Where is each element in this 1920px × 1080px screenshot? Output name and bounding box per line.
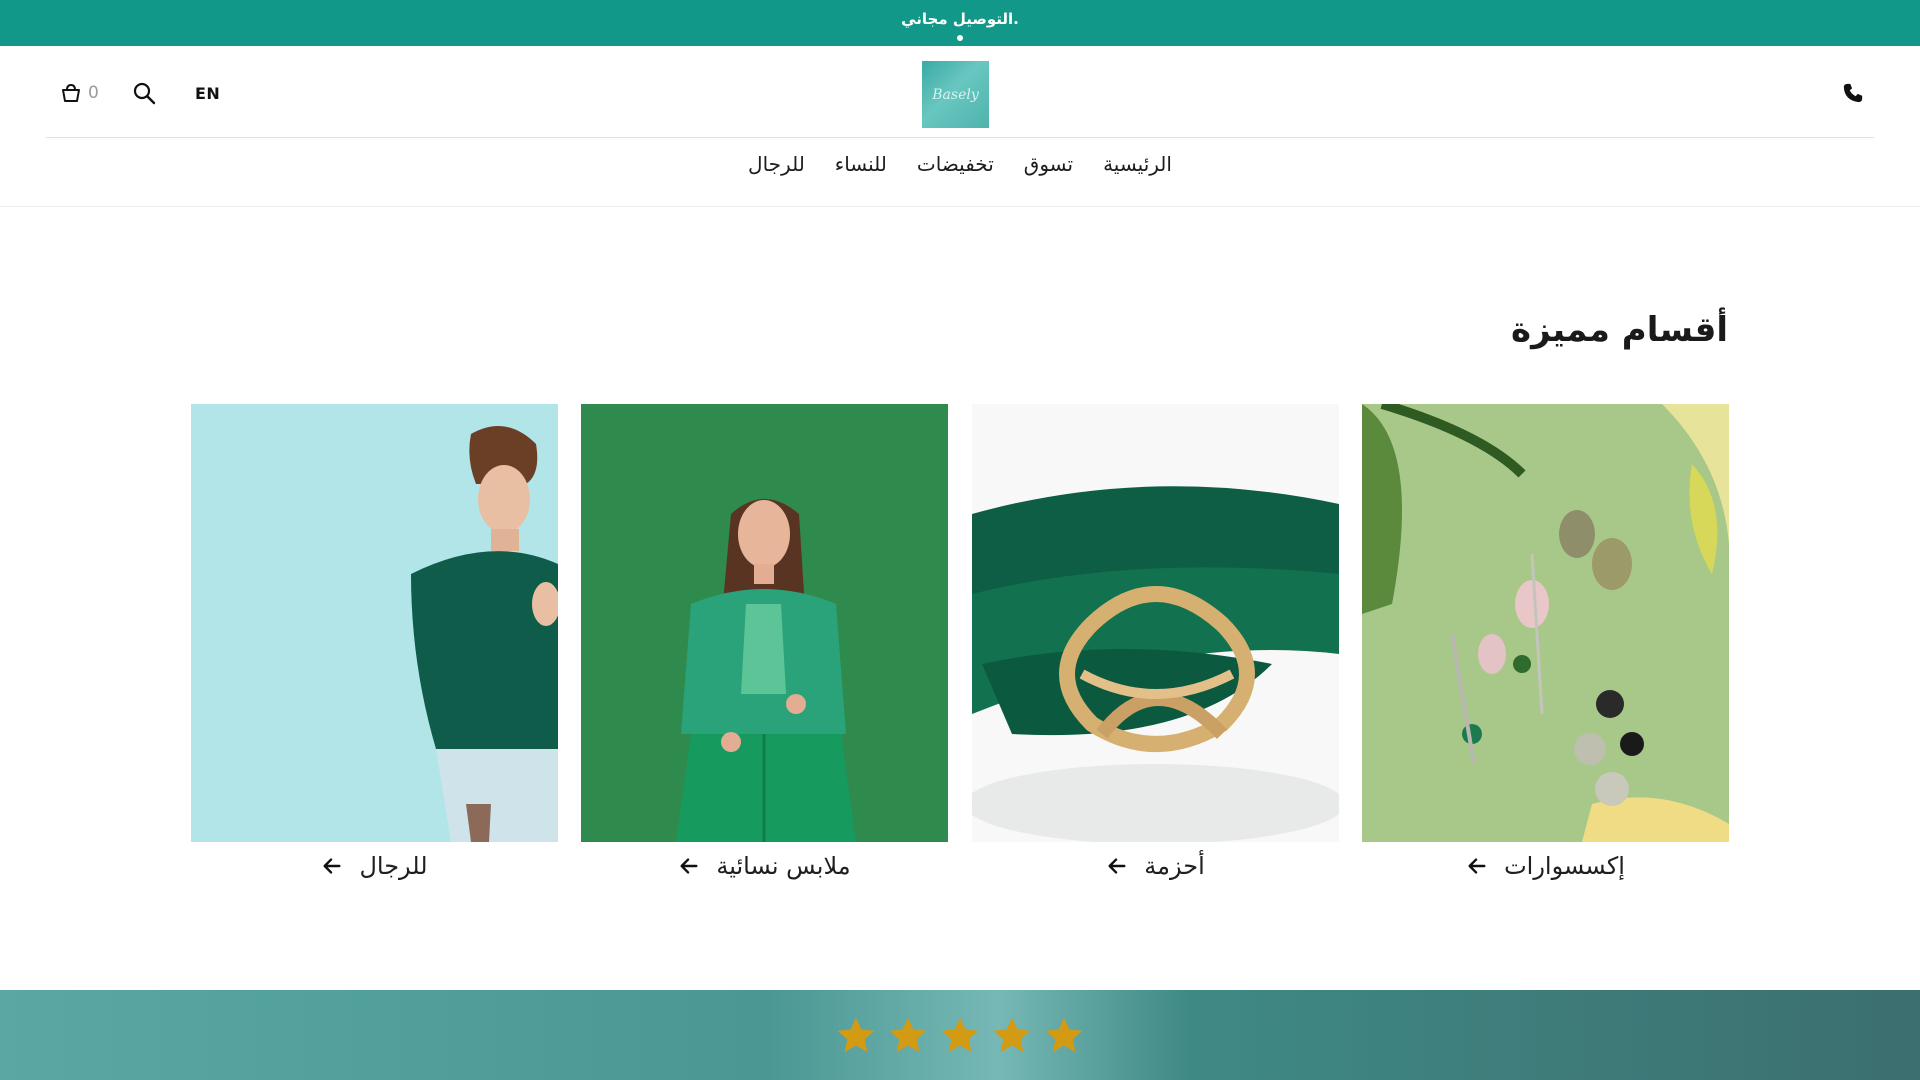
nav-item-women[interactable]: للنساء xyxy=(835,152,887,188)
announcement-bar: .التوصيل مجاني xyxy=(0,0,1920,46)
accessories-image[interactable] xyxy=(1362,404,1729,842)
category-name: أحزمة xyxy=(1144,852,1205,880)
category-grid: إكسسوارات أحزمة ملابس نسائية للرجال xyxy=(191,404,1729,884)
men-image[interactable] xyxy=(191,404,558,842)
star-icon xyxy=(889,1017,927,1053)
star-icon xyxy=(837,1017,875,1053)
category-label[interactable]: ملابس نسائية xyxy=(581,852,948,880)
belts-image[interactable] xyxy=(972,404,1339,842)
category-card-men[interactable]: للرجال xyxy=(191,404,558,880)
category-label[interactable]: أحزمة xyxy=(972,852,1339,880)
header-divider xyxy=(46,137,1874,138)
category-card-accessories[interactable]: إكسسوارات xyxy=(1362,404,1729,880)
rating-stars xyxy=(0,1015,1920,1057)
category-name: ملابس نسائية xyxy=(716,852,851,880)
announcement-text: .التوصيل مجاني xyxy=(901,10,1019,28)
main-nav: الرئيسية تسوق تخفيضات للنساء للرجال xyxy=(0,152,1920,188)
nav-item-shop[interactable]: تسوق xyxy=(1024,152,1073,188)
cart-icon xyxy=(62,83,80,102)
star-icon xyxy=(993,1017,1031,1053)
section-title: أقسام مميزة xyxy=(1511,310,1728,350)
category-name: إكسسوارات xyxy=(1504,852,1625,880)
category-label[interactable]: إكسسوارات xyxy=(1362,852,1729,880)
search-icon[interactable] xyxy=(132,81,156,105)
star-icon xyxy=(941,1017,979,1053)
phone-icon[interactable] xyxy=(1842,82,1864,104)
star-icon xyxy=(1045,1017,1083,1053)
logo-text: Basely xyxy=(932,86,979,103)
category-label[interactable]: للرجال xyxy=(191,852,558,880)
language-switch[interactable]: EN xyxy=(195,84,220,103)
nav-divider xyxy=(0,206,1920,207)
nav-item-home[interactable]: الرئيسية xyxy=(1103,152,1172,188)
cart-button[interactable]: 0 xyxy=(60,82,106,104)
arrow-left-icon xyxy=(1468,858,1486,874)
header: 0 EN Basely xyxy=(0,46,1920,138)
cart-count: 0 xyxy=(88,83,99,103)
category-card-women[interactable]: ملابس نسائية xyxy=(581,404,948,880)
slider-dot[interactable] xyxy=(957,35,963,41)
nav-item-sale[interactable]: تخفيضات xyxy=(917,152,994,188)
category-name: للرجال xyxy=(359,852,428,880)
arrow-left-icon xyxy=(680,858,698,874)
category-card-belts[interactable]: أحزمة xyxy=(972,404,1339,880)
arrow-left-icon xyxy=(323,858,341,874)
nav-item-men[interactable]: للرجال xyxy=(748,152,805,188)
arrow-left-icon xyxy=(1108,858,1126,874)
brand-logo[interactable]: Basely xyxy=(922,61,989,128)
women-clothing-image[interactable] xyxy=(581,404,948,842)
